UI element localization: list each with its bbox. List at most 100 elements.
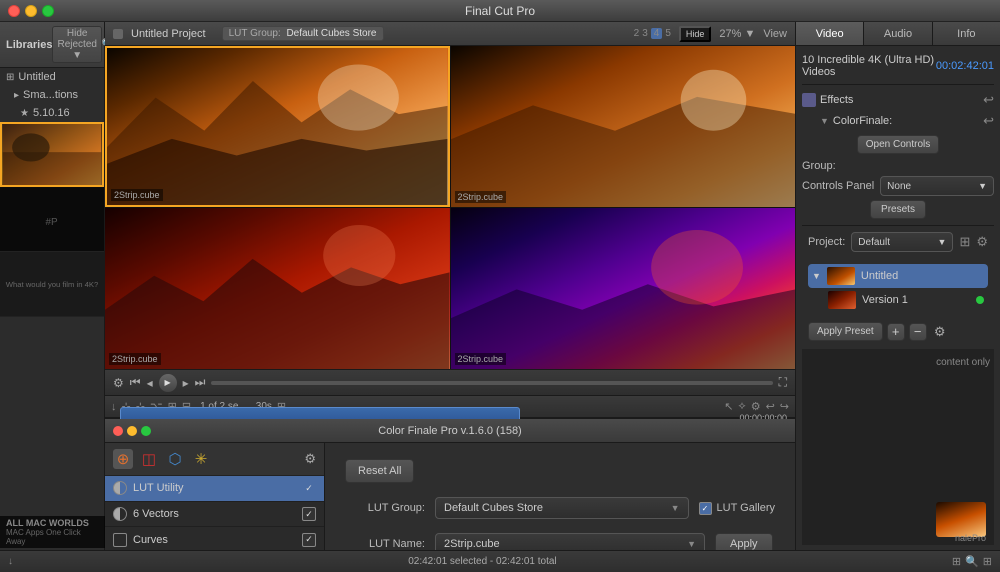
video-cell-2[interactable]: 2Strip.cube [451,46,796,207]
reset-all-button[interactable]: Reset All [345,459,414,483]
lut-group-badge: LUT Group: Default Cubes Store [222,26,384,41]
preset-thumbnail[interactable] [936,502,986,537]
zoom-control[interactable]: 27% ▼ [719,28,755,40]
playback-bar[interactable] [211,381,772,385]
preset-settings-icon[interactable]: ⚙ [931,323,949,341]
tl-cursor-icon[interactable]: ↖ [724,400,733,413]
cf-list-item-lut-utility-1[interactable]: LUT Utility ✓ [105,476,324,502]
media-title: 10 Incredible 4K (Ultra HD) Videos [802,54,936,78]
cf-reset-icon[interactable]: ↩ [983,113,994,129]
apply-preset-button[interactable]: Apply Preset [808,322,883,341]
tl-tool-icon[interactable]: ⟡ [738,400,745,413]
lut-gallery-check-box: ✓ [699,502,712,515]
cf-mixer-icon[interactable]: ✳ [191,449,211,469]
lut-group-label: LUT Group: [345,502,425,514]
media-timecode: 00:02:42:01 [936,60,994,72]
status-icon-1[interactable]: ⊞ [952,555,961,568]
event-icon: ★ [20,108,29,119]
video-svg-1 [107,48,448,205]
close-button[interactable] [8,5,20,17]
cf-item-icon-1 [113,481,127,495]
media-thumbnail-1[interactable] [0,122,104,187]
minimize-button[interactable] [25,5,37,17]
color-finale-section: ▼ ColorFinale: ↩ [802,111,994,131]
watermark: ALL MAC WORLDS MAC Apps One Click Away [0,516,105,548]
maximize-button[interactable] [42,5,54,17]
status-icon-search[interactable]: 🔍 [965,555,979,568]
media-thumbnail-text[interactable]: What would you film in 4K? [0,252,104,317]
controls-panel-select[interactable]: None ▼ [880,176,994,196]
cf-list-item-6vectors-1[interactable]: 6 Vectors ✓ [105,502,324,528]
step-forward-button[interactable]: ▸ [183,376,189,390]
step-back-button[interactable]: ◂ [147,376,153,390]
folder-icon: ▸ [14,90,19,101]
status-bar: ↓ 02:42:01 selected - 02:42:01 total ⊞ 🔍… [0,550,1000,572]
fast-forward-button[interactable]: ⏭ [195,375,206,390]
cf-close-button[interactable] [113,426,123,436]
project-label: Project: [808,236,845,248]
lut-group-select-value: Default Cubes Store [444,502,543,514]
cf-curves-icon[interactable]: ◫ [139,449,159,469]
tab-audio[interactable]: Audio [864,22,932,45]
controls-panel-value: None [887,181,911,192]
video-cell-1[interactable]: 2Strip.cube [105,46,450,207]
project-settings-icon[interactable]: ⚙ [976,234,988,250]
project-section: Project: Default ▼ ⊞ ⚙ [802,225,994,258]
version-item-untitled[interactable]: ▼ Unti [808,264,988,288]
version-item-version1[interactable]: Version 1 [808,288,988,312]
tl-download-icon[interactable]: ↓ [111,401,117,413]
settings-button[interactable]: ⚙ [113,376,124,390]
tl-undo-icon[interactable]: ↩ [766,400,775,413]
preset-area: content only nalePro [802,349,994,545]
open-controls-button[interactable]: Open Controls [857,135,939,154]
cf-item-check-2[interactable]: ✓ [302,507,316,521]
presets-button[interactable]: Presets [870,200,926,219]
tl-settings-icon[interactable]: ⚙ [751,400,761,413]
zoom-arrow: ▼ [744,28,755,40]
project-select[interactable]: Default ▼ [851,232,953,252]
lut-group-select[interactable]: Default Cubes Store ▼ [435,497,689,519]
version-thumb-svg-2 [828,291,856,309]
status-left: ↓ [8,556,13,567]
cf-item-check-3[interactable]: ✓ [302,533,316,547]
version-name-1: Untitled [861,270,984,282]
cf-minimize-button[interactable] [127,426,137,436]
fullscreen-button[interactable]: ⛶ [779,375,787,390]
tab-video[interactable]: Video [796,22,864,45]
effects-icon [802,93,816,107]
add-icon[interactable]: + [887,323,905,341]
video-label-4: 2Strip.cube [455,353,507,365]
version-thumb-svg-1 [827,267,855,285]
cf-item-check-1[interactable]: ✓ [302,481,316,495]
cf-title-text: Color Finale Pro v.1.6.0 (158) [378,425,521,437]
cf-tools-bar: ⊕ ◫ ⬡ ✳ ⚙ [105,443,324,476]
version-list: ▼ Unti [802,262,994,314]
remove-icon[interactable]: − [909,323,927,341]
cf-3d-icon[interactable]: ⬡ [165,449,185,469]
library-item-untitled[interactable]: ⊞ Untitled [0,68,104,86]
app-title: Final Cut Pro [465,4,535,18]
library-item-smarttions[interactable]: ▸ Sma...tions [0,86,104,104]
library-item-event[interactable]: ★ 5.10.16 [0,104,104,122]
media-thumbnail-2[interactable]: #P [0,187,104,252]
cf-expand-icon[interactable]: ▼ [820,116,829,126]
effects-reset-icon[interactable]: ↩ [983,92,994,108]
project-row: Project: Default ▼ ⊞ ⚙ [808,230,988,254]
view-button[interactable]: View [763,28,787,40]
tl-forward-icon[interactable]: ↪ [780,400,789,413]
video-cell-3[interactable]: 2Strip.cube [105,208,450,369]
cf-wheel-icon[interactable]: ⊕ [113,449,133,469]
cf-maximize-button[interactable] [141,426,151,436]
project-reset-icon[interactable]: ⊞ [959,234,970,250]
play-button[interactable]: ▶ [159,374,177,392]
video-cell-4[interactable]: 2Strip.cube [451,208,796,369]
cf-settings-icon[interactable]: ⚙ [304,451,316,467]
lut-gallery-checkbox[interactable]: ✓ LUT Gallery [699,502,775,515]
hide-button[interactable]: Hide [679,26,712,42]
import-icon[interactable]: ↓ [8,556,13,567]
tab-info[interactable]: Info [933,22,1000,45]
rewind-button[interactable]: ⏮ [130,375,141,390]
status-icon-3[interactable]: ⊞ [983,555,992,568]
hide-rejected-button[interactable]: Hide Rejected ▼ [52,26,101,63]
apply-preset-row: Apply Preset + − ⚙ [802,318,994,345]
